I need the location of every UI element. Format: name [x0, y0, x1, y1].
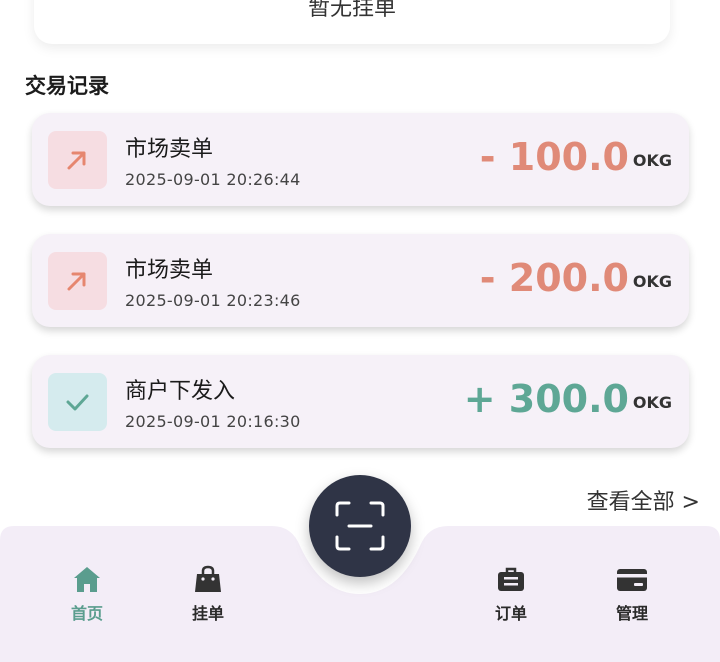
- empty-orders-text: 暂无挂单: [307, 0, 396, 21]
- check-icon: [66, 394, 89, 411]
- transaction-icon-box: [48, 131, 107, 189]
- section-title: 交易记录: [25, 74, 109, 98]
- nav-label-orders: 订单: [494, 604, 527, 623]
- transaction-item[interactable]: 商户下发入 2025-09-01 20:16:30 + 300.0 OKG: [32, 355, 689, 448]
- transaction-title: 商户下发入: [125, 379, 236, 404]
- nav-item-home[interactable]: 首页: [47, 564, 127, 624]
- transaction-item[interactable]: 市场卖单 2025-09-01 20:26:44 - 100.0 OKG: [32, 113, 689, 206]
- transaction-amount: - 200.0: [479, 256, 629, 300]
- transaction-amount: + 300.0: [463, 377, 629, 421]
- bag-icon: [195, 565, 221, 592]
- nav-label-manage: 管理: [615, 604, 648, 623]
- scan-icon: [335, 501, 385, 551]
- nav-item-orders[interactable]: 订单: [471, 564, 551, 624]
- transaction-unit: OKG: [632, 151, 672, 170]
- card-icon: [617, 569, 647, 591]
- transaction-title: 市场卖单: [125, 258, 214, 283]
- transaction-unit: OKG: [632, 393, 672, 412]
- nav-label-home: 首页: [70, 604, 103, 623]
- transaction-amount: - 100.0: [479, 135, 629, 179]
- nav-item-manage[interactable]: 管理: [592, 564, 672, 624]
- transaction-title: 市场卖单: [125, 137, 214, 162]
- transaction-unit: OKG: [632, 272, 672, 291]
- home-icon: [74, 567, 100, 592]
- nav-label-pending: 挂单: [191, 604, 224, 623]
- briefcase-icon: [498, 567, 524, 591]
- arrow-up-right-icon: [67, 151, 86, 170]
- transaction-time: 2025-09-01 20:23:46: [125, 291, 301, 310]
- arrow-up-right-icon: [67, 272, 86, 291]
- pending-orders-card: 暂无挂单: [34, 0, 670, 44]
- transaction-icon-box: [48, 373, 107, 431]
- scan-button[interactable]: [309, 475, 411, 577]
- view-all-link[interactable]: 查看全部 >: [587, 484, 700, 516]
- transaction-time: 2025-09-01 20:26:44: [125, 170, 301, 189]
- transaction-icon-box: [48, 252, 107, 310]
- nav-item-pending[interactable]: 挂单: [168, 564, 248, 624]
- transaction-time: 2025-09-01 20:16:30: [125, 412, 301, 431]
- transaction-item[interactable]: 市场卖单 2025-09-01 20:23:46 - 200.0 OKG: [32, 234, 689, 327]
